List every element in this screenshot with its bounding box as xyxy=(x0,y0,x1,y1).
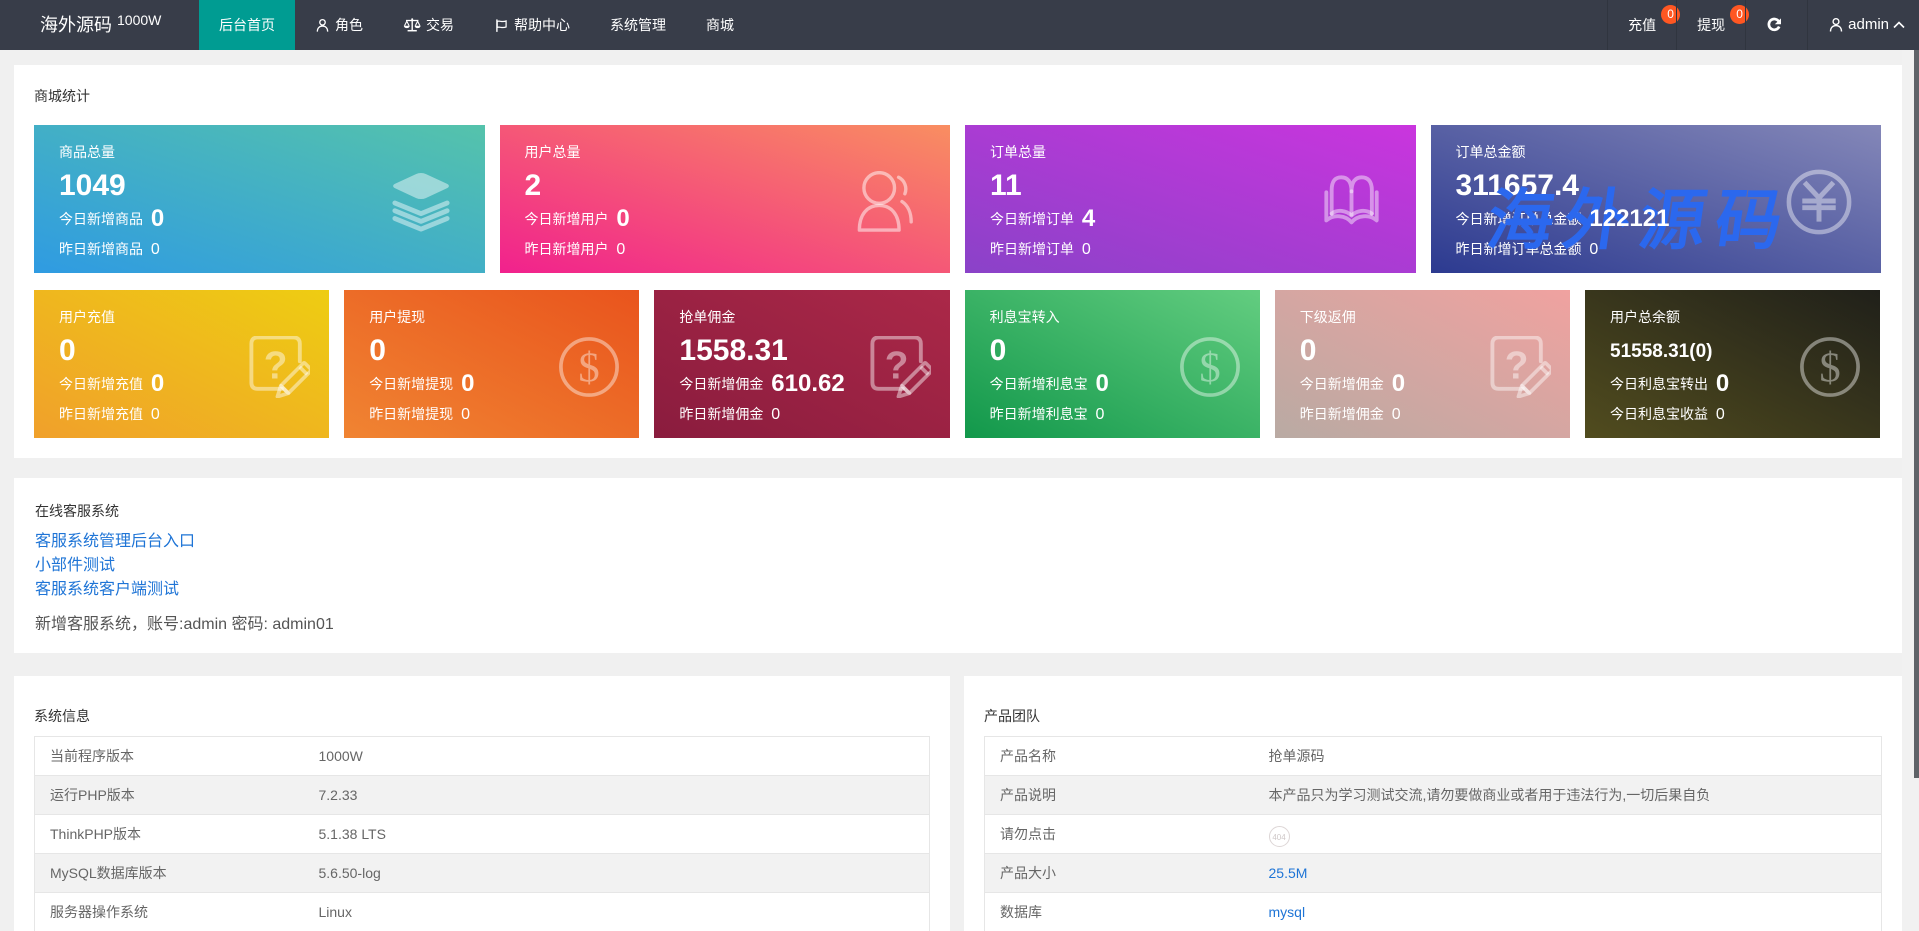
svg-text:$: $ xyxy=(1199,345,1220,392)
svg-text:$: $ xyxy=(1820,345,1841,392)
svg-text:$: $ xyxy=(579,345,600,392)
